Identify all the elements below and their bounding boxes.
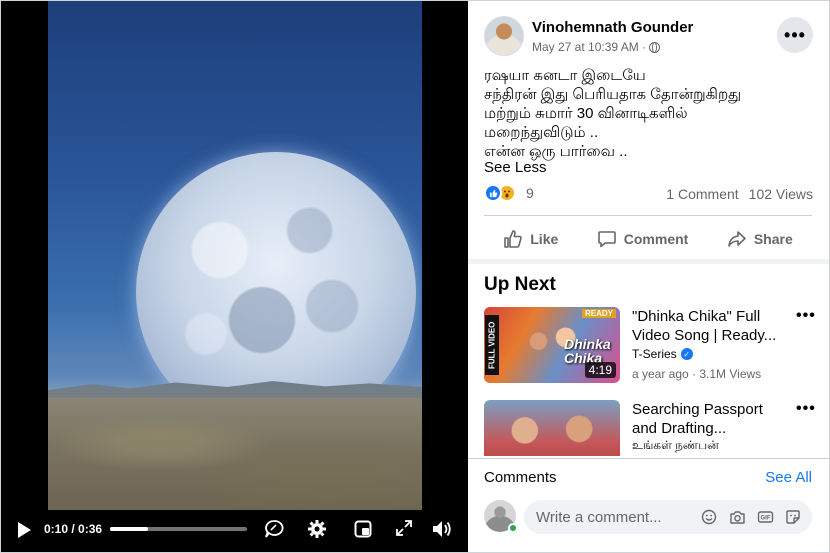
post-text-line: மறைந்துவிடும் ..: [484, 124, 599, 141]
share-button[interactable]: Share: [727, 229, 793, 249]
camera-icon[interactable]: [728, 508, 746, 526]
globe-icon: [649, 41, 661, 53]
comment-count[interactable]: 1 Comment: [666, 186, 738, 202]
engagement-counts: 1 Comment 102 Views: [666, 186, 813, 202]
like-label: Like: [530, 231, 559, 247]
video-title-line: "Dhinka Chika" Full: [632, 308, 761, 325]
video-frame[interactable]: [48, 0, 422, 510]
more-options-button[interactable]: •••: [777, 17, 813, 53]
captions-icon[interactable]: [263, 518, 285, 540]
progress-fill: [110, 527, 149, 531]
online-status-icon: [508, 523, 518, 533]
video-thumbnail[interactable]: FULL VIDEO READY Dhinka Chika 4:19: [484, 307, 620, 383]
comment-button[interactable]: Comment: [597, 229, 689, 249]
author-name[interactable]: Vinohemnath Gounder: [532, 19, 693, 36]
video-meta: a year ago · 3.1M Views: [632, 367, 762, 381]
play-icon[interactable]: [14, 519, 34, 541]
picture-in-picture-icon[interactable]: [352, 518, 374, 540]
video-title-line: Searching Passport: [632, 401, 763, 418]
volume-icon[interactable]: [430, 518, 454, 540]
divider: [468, 458, 830, 459]
post-text-line: ரஷயா கனடா இடையே: [484, 67, 646, 84]
video-thumbnail[interactable]: [484, 400, 620, 456]
view-count: 102 Views: [748, 186, 813, 202]
fullscreen-icon[interactable]: [394, 518, 414, 538]
post-text: ரஷயா கனடா இடையே சந்திரன் இது பெரியதாக தோ…: [484, 66, 820, 161]
gif-icon[interactable]: GIF: [756, 508, 774, 526]
thumbs-up-icon: [504, 230, 522, 248]
item-more-button[interactable]: •••: [796, 307, 816, 325]
progress-bar[interactable]: [110, 527, 247, 531]
post-date[interactable]: May 27 at 10:39 AM ·: [532, 40, 646, 54]
verified-icon: ✓: [680, 348, 693, 360]
divider: [484, 215, 812, 216]
video-title[interactable]: "Dhinka Chika" Full Video Song | Ready..…: [632, 307, 792, 345]
reaction-count: 9: [526, 185, 534, 201]
share-icon: [728, 231, 746, 247]
full-video-badge: FULL VIDEO: [485, 315, 499, 375]
video-player[interactable]: 0:10 / 0:36: [0, 0, 468, 553]
video-title-line: and Drafting...: [632, 420, 727, 437]
post-meta: May 27 at 10:39 AM ·: [532, 40, 661, 54]
post-actions: Like Comment Share: [484, 222, 812, 256]
video-controls: 0:10 / 0:36: [0, 510, 468, 553]
like-reaction-icon: [484, 184, 502, 202]
up-next-item[interactable]: FULL VIDEO READY Dhinka Chika 4:19 "Dhin…: [484, 307, 820, 383]
emoji-icon[interactable]: [700, 508, 718, 526]
up-next-item[interactable]: Searching Passport and Drafting... உங்கள…: [484, 400, 820, 456]
see-all-link[interactable]: See All: [765, 469, 812, 486]
comments-heading: Comments: [484, 469, 557, 486]
comment-tools: GIF: [700, 508, 802, 526]
comment-label: Comment: [623, 231, 689, 247]
comment-icon: [597, 231, 616, 248]
gear-icon[interactable]: [306, 518, 328, 540]
channel-name[interactable]: T-Series ✓: [632, 347, 693, 361]
author-avatar[interactable]: [484, 16, 524, 56]
video-title-line: Video Song | Ready...: [632, 327, 777, 344]
like-button[interactable]: Like: [503, 229, 558, 249]
share-label: Share: [753, 231, 793, 247]
video-title[interactable]: Searching Passport and Drafting...: [632, 400, 792, 438]
sticker-icon[interactable]: [784, 508, 802, 526]
thumbnail-text: Dhinka Chika: [564, 336, 611, 366]
channel-label: உங்கள் நண்பன்: [632, 438, 719, 452]
reactions-summary[interactable]: 9: [484, 184, 534, 202]
see-less-link[interactable]: See Less: [484, 159, 547, 176]
thumbnail-tag: READY: [581, 309, 616, 318]
post-text-line: மற்றும் சுமார் 30 வினாடிகளில்: [484, 105, 688, 122]
time-display: 0:10 / 0:36: [44, 522, 103, 536]
post-sidebar: Vinohemnath Gounder May 27 at 10:39 AM ·…: [468, 0, 830, 553]
section-separator: [468, 259, 830, 264]
comment-placeholder: Write a comment...: [536, 508, 662, 526]
channel-name[interactable]: உங்கள் நண்பன்: [632, 438, 719, 454]
post-text-line: சந்திரன் இது பெரியதாக தோன்றுகிறது: [484, 86, 742, 103]
svg-text:GIF: GIF: [760, 516, 770, 522]
video-duration: 4:19: [584, 362, 616, 378]
desert-ground: [48, 398, 422, 510]
item-more-button[interactable]: •••: [796, 400, 816, 418]
up-next-heading: Up Next: [484, 274, 556, 295]
channel-label: T-Series: [632, 347, 677, 361]
